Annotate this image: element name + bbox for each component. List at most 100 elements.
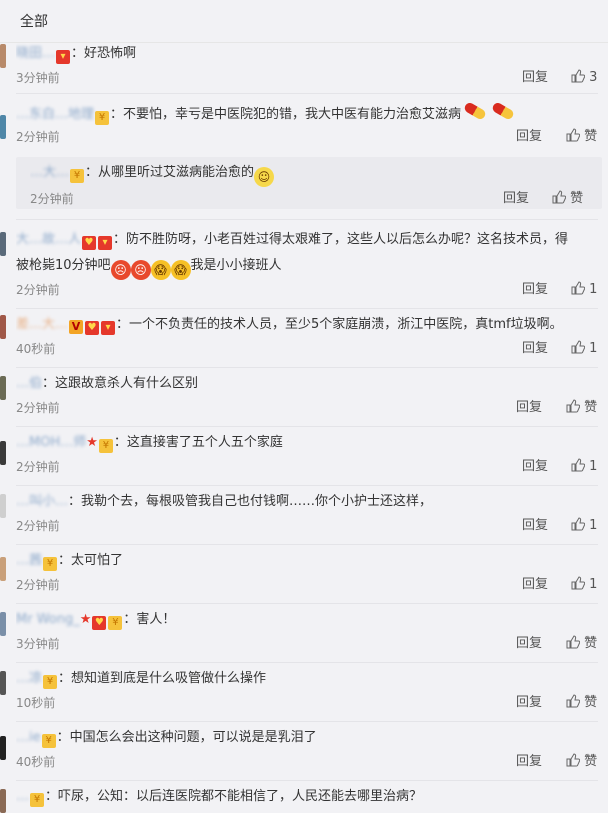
avatar[interactable]	[0, 612, 6, 636]
timestamp: 3分钟前	[16, 637, 60, 651]
like-button[interactable]: 赞	[566, 750, 597, 774]
like-button[interactable]: 1	[571, 573, 597, 597]
like-count: 1	[589, 459, 598, 474]
reply-button[interactable]: 回复	[516, 632, 542, 656]
comment-text-line2: 被枪毙10分钟吧 ☹ ☹ 😱 😱 我是小小接班人	[16, 254, 598, 280]
avatar[interactable]	[0, 494, 6, 518]
thumb-up-icon	[566, 753, 580, 767]
filter-all-tab[interactable]: 全部	[0, 0, 608, 43]
like-count: 赞	[570, 191, 584, 206]
comment-text: …大… ¥ ：从哪里听过艾滋病能治愈的 ☺	[30, 161, 592, 187]
reply-button[interactable]: 回复	[516, 691, 542, 715]
vip-badge-icon: V	[69, 320, 84, 334]
avatar[interactable]	[0, 557, 6, 581]
reply-button[interactable]: 回复	[522, 337, 548, 361]
badge-icon: ▾	[101, 321, 116, 335]
username[interactable]: …大…	[30, 165, 69, 180]
username[interactable]: 晓田…	[16, 46, 55, 61]
thumb-up-icon	[566, 694, 580, 708]
like-button[interactable]: 1	[571, 337, 597, 361]
like-count: 赞	[584, 400, 598, 415]
like-button[interactable]: 3	[571, 66, 597, 90]
thinking-emoji-icon: ☺	[254, 167, 275, 187]
like-button[interactable]: 赞	[566, 396, 597, 420]
username[interactable]: …东白…地理	[16, 107, 94, 122]
timestamp: 40秒前	[16, 342, 56, 356]
timestamp: 2分钟前	[16, 283, 60, 297]
username[interactable]: …叫小…	[16, 494, 68, 509]
like-count: 1	[589, 518, 598, 533]
avatar[interactable]	[0, 315, 6, 339]
username[interactable]: …MOH…师	[16, 435, 86, 450]
comment-text: … ¥ ：吓尿，公知：以后连医院都不能相信了，人民还能去哪里治病？	[16, 785, 598, 809]
like-button[interactable]: 1	[571, 514, 597, 538]
comment-body: ：好恐怖啊	[71, 46, 137, 61]
like-count: 赞	[584, 695, 598, 710]
cry-emoji-icon: 😱	[150, 260, 171, 280]
pill-emoji-icon	[491, 103, 516, 121]
reply-button[interactable]: 回复	[516, 750, 542, 774]
reply-button[interactable]: 回复	[516, 396, 542, 420]
avatar[interactable]	[0, 115, 6, 139]
like-button[interactable]: 赞	[566, 125, 597, 149]
like-count: 3	[589, 70, 598, 85]
reply-button[interactable]: 回复	[516, 125, 542, 149]
thumb-up-icon	[571, 69, 585, 83]
comment-text: …东白…地理 ¥ ：不要怕，幸亏是中医院犯的错，我大中医有能力治愈艾滋病	[16, 103, 598, 127]
comment-body: ：太可怕了	[58, 553, 124, 568]
avatar[interactable]	[0, 232, 6, 256]
timestamp: 40秒前	[16, 755, 56, 769]
reply-button[interactable]: 回复	[522, 573, 548, 597]
divider	[16, 662, 598, 663]
comment-body: ：害人！	[123, 612, 176, 627]
comment-body: ：我勒个去，每根吸管我自己也付钱啊……你个小护士还这样，	[68, 494, 433, 509]
divider	[16, 367, 598, 368]
avatar[interactable]	[0, 44, 6, 68]
reply-button[interactable]: 回复	[522, 278, 548, 302]
timestamp: 2分钟前	[16, 401, 60, 415]
username[interactable]: …茜	[16, 553, 42, 568]
reply-button[interactable]: 回复	[522, 514, 548, 538]
divider	[16, 603, 598, 604]
like-button[interactable]: 赞	[552, 187, 583, 211]
username[interactable]: 大…故…人	[16, 232, 81, 247]
username[interactable]: 差…大…	[16, 317, 68, 332]
reply-button[interactable]: 回复	[503, 187, 529, 211]
angry-emoji-icon: ☹	[130, 260, 151, 280]
comment-body: ：从哪里听过艾滋病能治愈的	[85, 165, 255, 180]
timestamp: 2分钟前	[16, 578, 60, 592]
avatar[interactable]	[0, 671, 6, 695]
comment-meta: 2分钟前 回复 1	[16, 514, 598, 538]
comment-body: ：一个不负责任的技术人员，至少5个家庭崩溃，浙江中医院，真tmf垃圾啊。	[116, 317, 563, 332]
like-button[interactable]: 1	[571, 278, 597, 302]
username[interactable]: …	[16, 789, 29, 804]
comment-body: ：不要怕，幸亏是中医院犯的错，我大中医有能力治愈艾滋病	[110, 107, 462, 122]
like-button[interactable]: 赞	[566, 691, 597, 715]
like-button[interactable]: 1	[571, 455, 597, 479]
avatar[interactable]	[0, 789, 6, 813]
username[interactable]: Mr Wong_	[16, 612, 80, 627]
avatar[interactable]	[0, 441, 6, 465]
comment-meta: 2分钟前 回复 1	[16, 278, 598, 302]
reply-button[interactable]: 回复	[522, 66, 548, 90]
thumb-up-icon	[571, 458, 585, 472]
username[interactable]: …凉	[16, 671, 42, 686]
reply-button[interactable]: 回复	[522, 455, 548, 479]
badge-icon: ¥	[98, 439, 113, 453]
avatar[interactable]	[0, 736, 6, 760]
timestamp: 2分钟前	[16, 130, 60, 144]
like-count: 1	[589, 282, 598, 297]
divider	[16, 93, 598, 94]
badge-icon: ¥	[43, 557, 58, 571]
username[interactable]: …ie	[16, 730, 41, 745]
comment-body: ：中国怎么会出这种问题，可以说是是乳泪了	[56, 730, 317, 745]
comment-body: ：防不胜防呀，小老百姓过得太艰难了，这些人以后怎么办呢？这名技术员，得	[113, 232, 569, 247]
username[interactable]: …伯	[16, 376, 42, 391]
thumb-up-icon	[566, 128, 580, 142]
avatar[interactable]	[0, 376, 6, 400]
like-button[interactable]: 赞	[566, 632, 597, 656]
comment-meta: 3分钟前 回复 3	[16, 66, 598, 90]
comment-text: …MOH…师★ ¥ ：这直接害了五个人五个家庭	[16, 431, 598, 455]
like-count: 1	[589, 341, 598, 356]
badge-icon: ¥	[43, 675, 58, 689]
